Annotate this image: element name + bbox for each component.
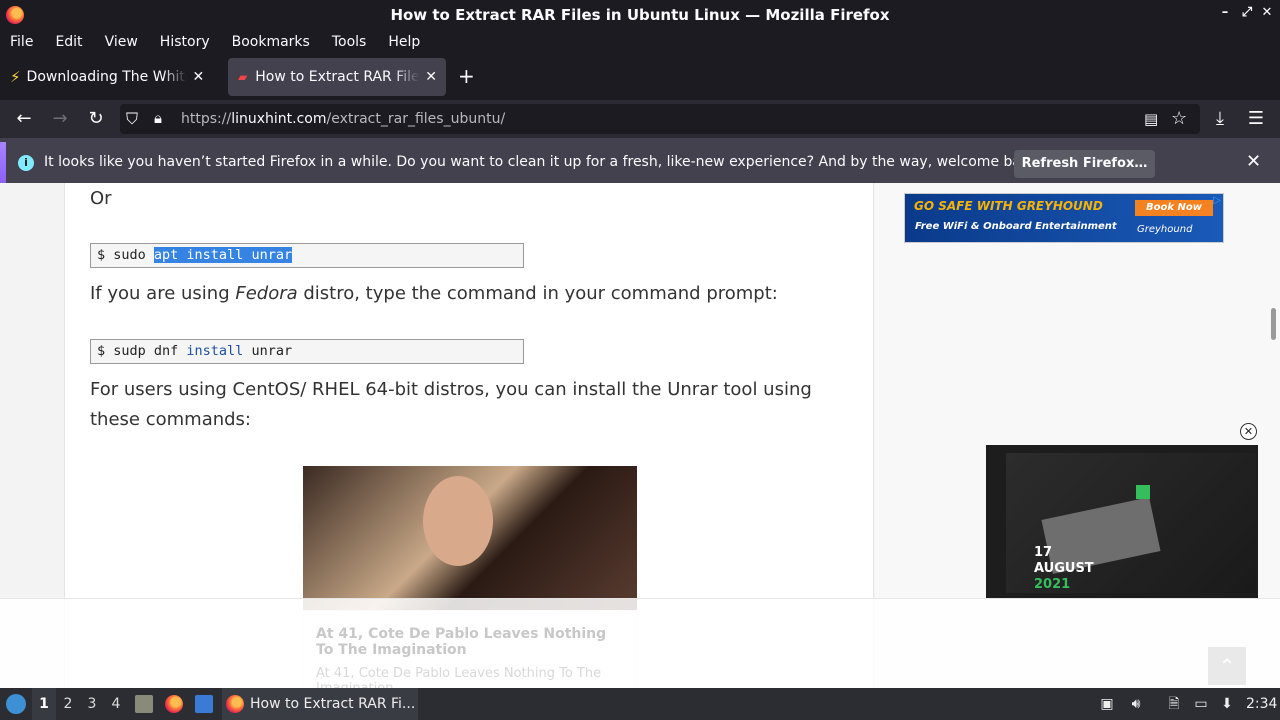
- date-day: 17: [1034, 545, 1053, 560]
- greyhound-banner-ad[interactable]: GO SAFE WITH GREYHOUND Free WiFi & Onboa…: [904, 193, 1224, 243]
- page-scrollbar-thumb[interactable]: [1271, 308, 1276, 340]
- forward-arrow-icon[interactable]: →: [50, 109, 70, 129]
- close-notification-icon[interactable]: ✕: [1246, 151, 1261, 172]
- back-arrow-icon[interactable]: ←: [14, 109, 34, 129]
- notification-bar: i It looks like you haven’t started Fire…: [0, 138, 1280, 187]
- navigation-toolbar: ← → ↻ ⛉ 🔒︎ https://linuxhint.com/extract…: [0, 100, 1280, 138]
- url-path: /extract_rar_files_ubuntu/: [326, 111, 506, 127]
- lock-icon[interactable]: 🔒︎: [154, 109, 162, 127]
- ad-photo[interactable]: [303, 466, 637, 610]
- tray-clipboard-icon[interactable]: ▣: [1098, 695, 1116, 713]
- code-keyword: install: [186, 343, 244, 359]
- updates-icon[interactable]: ⬇: [1218, 695, 1236, 713]
- date-month: AUGUST: [1034, 561, 1094, 576]
- workspace-1[interactable]: 1: [32, 688, 56, 720]
- notification-accent: [0, 142, 6, 187]
- workspace-3[interactable]: 3: [80, 688, 104, 720]
- workspace-2[interactable]: 2: [56, 688, 80, 720]
- menu-file[interactable]: File: [10, 34, 33, 50]
- volume-icon[interactable]: 🔊︎: [1127, 695, 1145, 713]
- photo-face: [423, 476, 493, 566]
- downloads-icon[interactable]: ⤓: [1210, 109, 1230, 129]
- code-block-apt[interactable]: $ sudo apt install unrar: [90, 243, 524, 268]
- url-domain: linuxhint.com: [231, 111, 327, 127]
- code-prompt: $ sudo: [97, 247, 154, 263]
- minimize-icon[interactable]: –: [1218, 6, 1232, 20]
- video-frame: 17 AUGUST 2021: [1006, 453, 1256, 593]
- menu-help[interactable]: Help: [388, 34, 420, 50]
- ad-caption-title[interactable]: At 41, Cote De Pablo Leaves Nothing To T…: [316, 626, 626, 658]
- date-year: 2021: [1034, 577, 1071, 592]
- greyhound-logo: Greyhound: [1137, 224, 1193, 235]
- menu-edit[interactable]: Edit: [55, 34, 82, 50]
- close-tab-icon[interactable]: ✕: [193, 69, 205, 85]
- shield-icon[interactable]: ⛉: [126, 109, 138, 129]
- lightning-icon: ⚡: [10, 68, 21, 86]
- taskbar-firefox-window[interactable]: How to Extract RAR Fi...: [222, 688, 418, 720]
- window-title: How to Extract RAR Files in Ubuntu Linux…: [390, 6, 890, 24]
- book-now-button[interactable]: Book Now: [1135, 200, 1213, 216]
- centos-paragraph: For users using CentOS/ RHEL 64-bit dist…: [90, 379, 812, 430]
- manjaro-logo-icon: [1136, 485, 1150, 499]
- maximize-icon[interactable]: ⤢: [1240, 6, 1254, 20]
- page-viewport: Or $ sudo apt install unrar If you are u…: [0, 183, 1280, 688]
- display-icon[interactable]: ▭: [1192, 695, 1210, 713]
- ad-title: GO SAFE WITH GREYHOUND: [914, 199, 1103, 213]
- refresh-firefox-button[interactable]: Refresh Firefox…: [1014, 150, 1155, 178]
- tab-bar: ⚡ Downloading The White House ✕ ▰ How to…: [0, 54, 1280, 100]
- close-tab-icon[interactable]: ✕: [425, 69, 437, 85]
- taskbar: 1 2 3 4 How to Extract RAR Fi... ▣ 🔊︎ 🗎 …: [0, 688, 1280, 720]
- site-favicon-icon: ▰: [238, 70, 248, 84]
- code-prompt: $ sudp dnf: [97, 343, 187, 359]
- tab-extract-rar[interactable]: ▰ How to Extract RAR Files in Ubuntu ✕: [228, 58, 446, 96]
- bookmark-star-icon[interactable]: ☆: [1171, 108, 1187, 129]
- desktop-icon[interactable]: [195, 695, 213, 713]
- fedora-paragraph: If you are using Fedora distro, type the…: [90, 279, 778, 309]
- new-tab-plus-icon[interactable]: +: [458, 66, 475, 86]
- fedora-pre: If you are using: [90, 283, 236, 304]
- url-text[interactable]: https://linuxhint.com/extract_rar_files_…: [181, 111, 505, 127]
- info-icon: i: [18, 155, 34, 171]
- start-menu-icon[interactable]: [6, 694, 26, 714]
- hamburger-menu-icon[interactable]: ☰: [1246, 109, 1266, 129]
- firefox-launcher-icon[interactable]: [165, 695, 183, 713]
- files-tray-icon[interactable]: 🗎: [1165, 695, 1183, 713]
- code-rest: unrar: [243, 343, 293, 359]
- tab-label: Downloading The White House: [26, 69, 187, 85]
- fedora-post: distro, type the command in your command…: [297, 283, 778, 304]
- menu-view[interactable]: View: [105, 34, 138, 50]
- file-manager-icon[interactable]: [135, 695, 153, 713]
- close-video-icon[interactable]: ✕: [1240, 423, 1257, 440]
- firefox-logo-icon: [6, 6, 24, 24]
- fedora-emphasis: Fedora: [235, 283, 298, 304]
- selected-code: apt install unrar: [153, 247, 293, 263]
- notification-message: It looks like you haven’t started Firefo…: [44, 154, 1043, 170]
- url-bar[interactable]: ⛉ 🔒︎ https://linuxhint.com/extract_rar_f…: [120, 104, 1200, 134]
- clock: 2:34: [1246, 696, 1278, 712]
- menu-tools[interactable]: Tools: [332, 34, 367, 50]
- reload-icon[interactable]: ↻: [86, 109, 106, 129]
- code-block-dnf[interactable]: $ sudp dnf install unrar: [90, 339, 524, 364]
- ad-caption-subtitle[interactable]: At 41, Cote De Pablo Leaves Nothing To T…: [316, 666, 626, 688]
- task-label: How to Extract RAR Fi...: [250, 696, 416, 712]
- ad-subtitle: Free WiFi & Onboard Entertainment: [915, 221, 1117, 232]
- window-titlebar: How to Extract RAR Files in Ubuntu Linux…: [0, 0, 1280, 30]
- tab-downloading[interactable]: ⚡ Downloading The White House ✕: [0, 58, 226, 96]
- video-ad-player[interactable]: 17 AUGUST 2021: [986, 445, 1258, 598]
- menu-bookmarks[interactable]: Bookmarks: [232, 34, 310, 50]
- video-date: 17 AUGUST 2021: [1034, 545, 1094, 593]
- or-text: Or: [90, 188, 112, 209]
- tab-label: How to Extract RAR Files in Ubuntu: [255, 69, 420, 85]
- scroll-to-top-icon[interactable]: ⌃: [1208, 647, 1246, 685]
- url-prefix: https://: [181, 111, 232, 127]
- workspace-4[interactable]: 4: [104, 688, 128, 720]
- reader-view-icon[interactable]: ▤: [1144, 110, 1158, 128]
- adchoices-icon[interactable]: ▷: [1213, 195, 1221, 206]
- firefox-icon: [226, 695, 244, 713]
- menubar: File Edit View History Bookmarks Tools H…: [0, 30, 1280, 54]
- sticky-bottom-ad[interactable]: [0, 598, 1280, 688]
- close-window-icon[interactable]: ✕: [1260, 6, 1274, 20]
- menu-history[interactable]: History: [160, 34, 210, 50]
